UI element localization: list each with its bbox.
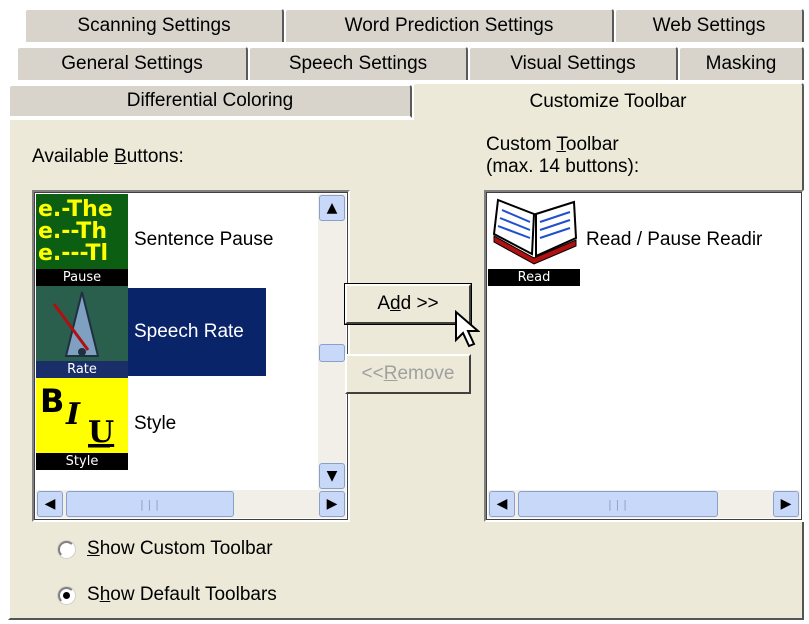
tab-row-2: General Settings Speech Settings Visual … [16,46,804,80]
customize-toolbar-panel: Available Buttons: Custom Toolbar (max. … [8,120,804,620]
show-default-toolbars-radio[interactable]: Show Default Toolbars [58,584,277,606]
tab-word-prediction-settings[interactable]: Word Prediction Settings [284,8,614,42]
tab-scanning-settings[interactable]: Scanning Settings [24,8,284,42]
show-custom-toolbar-radio[interactable]: Show Custom Toolbar [58,538,273,560]
horizontal-scrollbar[interactable]: ◀ ||| ▶ [488,490,800,518]
add-button[interactable]: Add >> [344,283,472,325]
tab-speech-settings[interactable]: Speech Settings [248,46,468,80]
scroll-right-icon[interactable]: ▶ [773,491,799,517]
scroll-up-icon[interactable]: ▲ [319,195,345,221]
scroll-left-icon[interactable]: ◀ [489,491,515,517]
svg-text:I: I [65,397,81,432]
scroll-right-icon[interactable]: ▶ [319,491,345,517]
icon-caption: Rate [36,361,128,378]
metronome-icon: Rate [36,286,128,378]
tab-masking[interactable]: Masking [678,46,804,80]
list-item-label: Read / Pause Readir [586,229,763,250]
radio-label: Show Default Toolbars [87,584,277,605]
scroll-thumb[interactable] [319,344,345,362]
custom-toolbar-label: Custom Toolbar (max. 14 buttons): [486,134,640,177]
available-buttons-list[interactable]: e.-The e.--Th e.---Tl Pause Sentence Pau… [32,190,350,522]
svg-text:e.---Tl: e.---Tl [38,241,108,266]
radio-unchecked-icon[interactable] [58,540,75,558]
tab-general-settings[interactable]: General Settings [16,46,248,80]
tab-differential-coloring[interactable]: Differential Coloring [8,84,412,118]
list-item-read-pause[interactable]: Read Read / Pause Readir [488,194,762,286]
tab-row-1: Scanning Settings Word Prediction Settin… [24,8,804,42]
tab-customize-toolbar[interactable]: Customize Toolbar [412,82,804,120]
list-item-sentence-pause[interactable]: e.-The e.--Th e.---Tl Pause Sentence Pau… [36,194,273,286]
tab-row-3: Differential Coloring Customize Toolbar [8,82,804,120]
vertical-scrollbar[interactable]: ▲ ▼ [318,194,346,490]
icon-caption: Pause [36,269,128,286]
scroll-thumb[interactable]: ||| [66,491,234,517]
custom-toolbar-list[interactable]: Read Read / Pause Readir ◀ ||| ▶ [484,190,804,522]
list-item-style[interactable]: B I U Style Style [36,378,176,470]
radio-label: Show Custom Toolbar [87,538,273,559]
tab-web-settings[interactable]: Web Settings [614,8,804,42]
available-buttons-label: Available Buttons: [32,146,184,167]
radio-checked-icon[interactable] [58,586,75,604]
tab-visual-settings[interactable]: Visual Settings [468,46,678,80]
scroll-thumb[interactable]: ||| [518,491,718,517]
svg-text:B: B [40,382,64,420]
list-item-speech-rate[interactable]: Rate Speech Rate [36,286,266,378]
list-item-label: Speech Rate [134,321,244,342]
mouse-pointer-icon [455,310,480,348]
scroll-down-icon[interactable]: ▼ [319,463,345,489]
sentence-pause-icon: e.-The e.--Th e.---Tl Pause [36,194,128,286]
list-item-label: Style [134,413,177,434]
icon-caption: Style [36,453,128,470]
list-item-label: Sentence Pause [134,229,274,250]
horizontal-scrollbar[interactable]: ◀ ||| ▶ [36,490,346,518]
icon-caption: Read [488,269,580,286]
open-book-icon: Read [488,194,580,286]
remove-button[interactable]: << Remove [345,354,471,394]
scroll-left-icon[interactable]: ◀ [37,491,63,517]
settings-dialog: Scanning Settings Word Prediction Settin… [0,0,809,624]
biu-style-icon: B I U Style [36,378,128,470]
